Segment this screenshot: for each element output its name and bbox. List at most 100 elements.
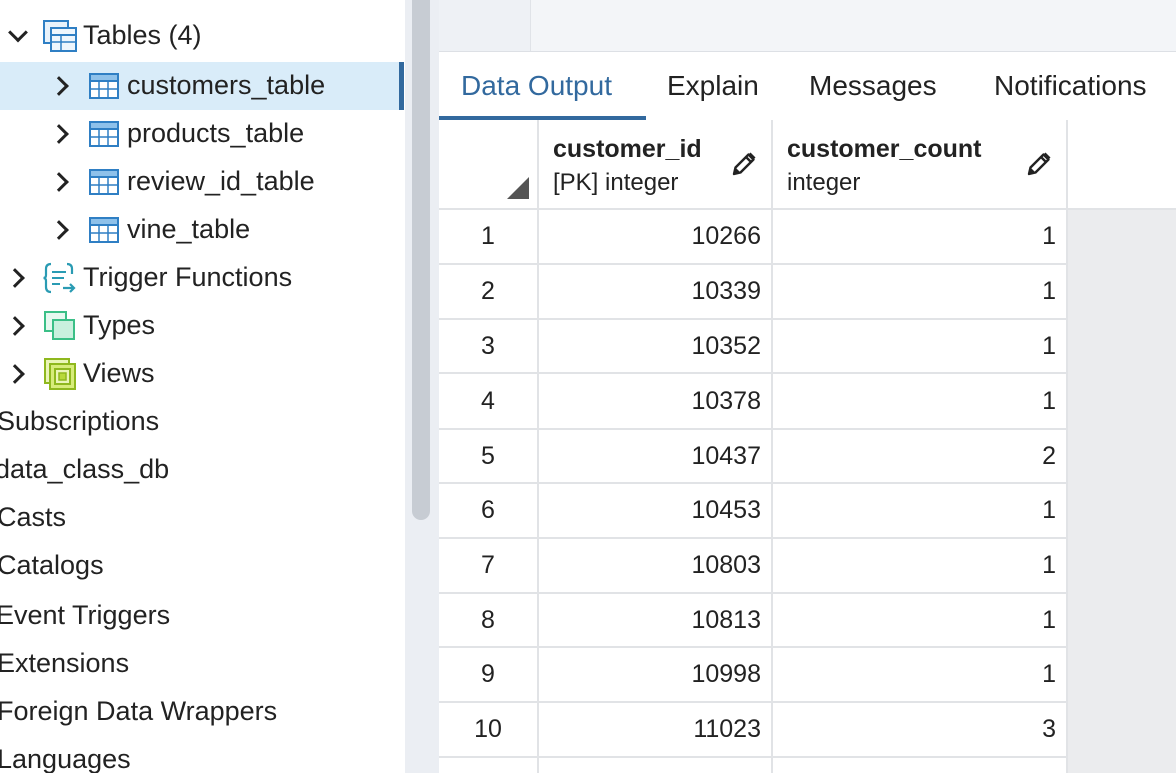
row-number-partial[interactable] (439, 758, 539, 773)
tree-item-label: Types (83, 309, 156, 340)
cell-customer-id[interactable]: 10352 (539, 320, 773, 374)
tree-item-event-triggers[interactable]: Event Triggers (0, 592, 405, 640)
chevron-right-icon[interactable] (49, 76, 69, 96)
table-group-icon (43, 20, 77, 52)
toolbar-strip (439, 0, 1176, 52)
cell-customer-count[interactable]: 1 (773, 594, 1068, 648)
row-number[interactable]: 7 (439, 539, 539, 594)
cell-customer-count[interactable]: 1 (773, 210, 1068, 265)
table-icon (89, 169, 119, 195)
tree-item-catalogs[interactable]: Catalogs (0, 542, 405, 590)
cell-customer-id[interactable]: 10813 (539, 594, 773, 648)
cell-customer-id[interactable]: 10998 (539, 648, 773, 703)
tree-item-label: review_id_table (127, 165, 315, 196)
tree-item-extensions[interactable]: Extensions (0, 640, 405, 688)
chevron-right-icon[interactable] (5, 268, 25, 288)
column-type: [PK] integer (553, 169, 679, 196)
cell-customer-count[interactable]: 1 (773, 265, 1068, 320)
select-all-corner[interactable] (439, 120, 539, 210)
table-icon (89, 217, 119, 243)
chevron-down-icon[interactable] (8, 22, 28, 43)
tree-item-products-table[interactable]: products_table (0, 110, 405, 158)
cell-customer-count[interactable]: 1 (773, 320, 1068, 374)
tree-item-tables[interactable]: Tables (4) (0, 12, 405, 60)
column-type: integer (787, 169, 861, 196)
cell-customer-id[interactable]: 11023 (539, 703, 773, 758)
edit-pencil-icon[interactable] (730, 150, 758, 178)
column-header-empty (1068, 120, 1176, 210)
chevron-right-icon[interactable] (49, 220, 69, 240)
edit-pencil-icon[interactable] (1025, 150, 1053, 178)
row-number[interactable]: 5 (439, 430, 539, 484)
tab-messages[interactable]: Messages (809, 52, 937, 120)
tree-item-label: Extensions (0, 647, 130, 678)
column-name: customer_count (787, 135, 982, 163)
cell-partial[interactable] (773, 758, 1068, 773)
trigger-function-icon (43, 262, 76, 294)
object-browser-tree: Tables (4) customers_table products_tabl… (0, 0, 405, 773)
tree-item-customers-table[interactable]: customers_table (0, 62, 404, 110)
tree-item-label: products_table (127, 117, 305, 148)
cell-customer-count[interactable]: 3 (773, 703, 1068, 758)
tab-explain[interactable]: Explain (667, 52, 759, 120)
tree-item-label: Subscriptions (0, 405, 160, 436)
tree-item-trigger-functions[interactable]: Trigger Functions (0, 254, 405, 302)
row-number[interactable]: 9 (439, 648, 539, 703)
tree-item-label: data_class_db (0, 453, 170, 484)
row-number[interactable]: 10 (439, 703, 539, 758)
cell-customer-id[interactable]: 10803 (539, 539, 773, 594)
data-grid: customer_id [PK] integer customer_count … (439, 120, 1176, 773)
row-number[interactable]: 2 (439, 265, 539, 320)
row-number[interactable]: 8 (439, 594, 539, 648)
views-icon (44, 358, 76, 390)
tree-item-languages[interactable]: Languages (0, 736, 405, 773)
tree-item-vine-table[interactable]: vine_table (0, 206, 405, 254)
tree-item-label: Views (83, 357, 155, 388)
cell-customer-id[interactable]: 10378 (539, 374, 773, 430)
chevron-right-icon[interactable] (5, 316, 25, 336)
cell-partial[interactable] (539, 758, 773, 773)
column-header-customer-count[interactable]: customer_count integer (773, 120, 1068, 210)
tree-item-review-id-table[interactable]: review_id_table (0, 158, 405, 206)
tree-item-label: Foreign Data Wrappers (0, 695, 278, 726)
cell-customer-id[interactable]: 10453 (539, 484, 773, 539)
tree-item-casts[interactable]: Casts (0, 494, 405, 542)
row-number[interactable]: 4 (439, 374, 539, 430)
chevron-right-icon[interactable] (5, 364, 25, 384)
cell-customer-id[interactable]: 10437 (539, 430, 773, 484)
tree-scrollbar-thumb[interactable] (412, 0, 430, 520)
cell-customer-count[interactable]: 2 (773, 430, 1068, 484)
tree-item-foreign-data-wrappers[interactable]: Foreign Data Wrappers (0, 688, 405, 736)
cell-customer-count[interactable]: 1 (773, 648, 1068, 703)
chevron-right-icon[interactable] (49, 124, 69, 144)
tree-item-label: Tables (4) (83, 19, 202, 50)
tree-item-database[interactable]: data_class_db (0, 446, 405, 494)
column-header-customer-id[interactable]: customer_id [PK] integer (539, 120, 773, 210)
tree-item-label: Casts (0, 501, 67, 532)
column-name: customer_id (553, 135, 702, 163)
tree-item-label: Event Triggers (0, 599, 171, 630)
tree-item-label: Trigger Functions (83, 261, 293, 292)
cell-customer-id[interactable]: 10266 (539, 210, 773, 265)
row-number[interactable]: 6 (439, 484, 539, 539)
chevron-right-icon[interactable] (49, 172, 69, 192)
cell-customer-id[interactable]: 10339 (539, 265, 773, 320)
tree-item-label: vine_table (127, 213, 251, 244)
cell-customer-count[interactable]: 1 (773, 374, 1068, 430)
table-icon (89, 121, 119, 147)
table-icon (89, 73, 119, 99)
tab-data-output[interactable]: Data Output (461, 52, 612, 120)
types-icon (44, 311, 75, 340)
row-number[interactable]: 3 (439, 320, 539, 374)
tab-notifications[interactable]: Notifications (994, 52, 1147, 120)
tree-item-types[interactable]: Types (0, 302, 405, 350)
cell-customer-count[interactable]: 1 (773, 484, 1068, 539)
results-tabs: Data Output Explain Messages Notificatio… (439, 52, 1176, 121)
row-number[interactable]: 1 (439, 210, 539, 265)
query-results-panel: Data Output Explain Messages Notificatio… (439, 0, 1176, 773)
cell-customer-count[interactable]: 1 (773, 539, 1068, 594)
tree-item-label: Languages (0, 743, 131, 773)
tree-item-views[interactable]: Views (0, 350, 405, 398)
tree-item-subscriptions[interactable]: Subscriptions (0, 398, 405, 446)
tree-item-label: customers_table (127, 69, 326, 100)
